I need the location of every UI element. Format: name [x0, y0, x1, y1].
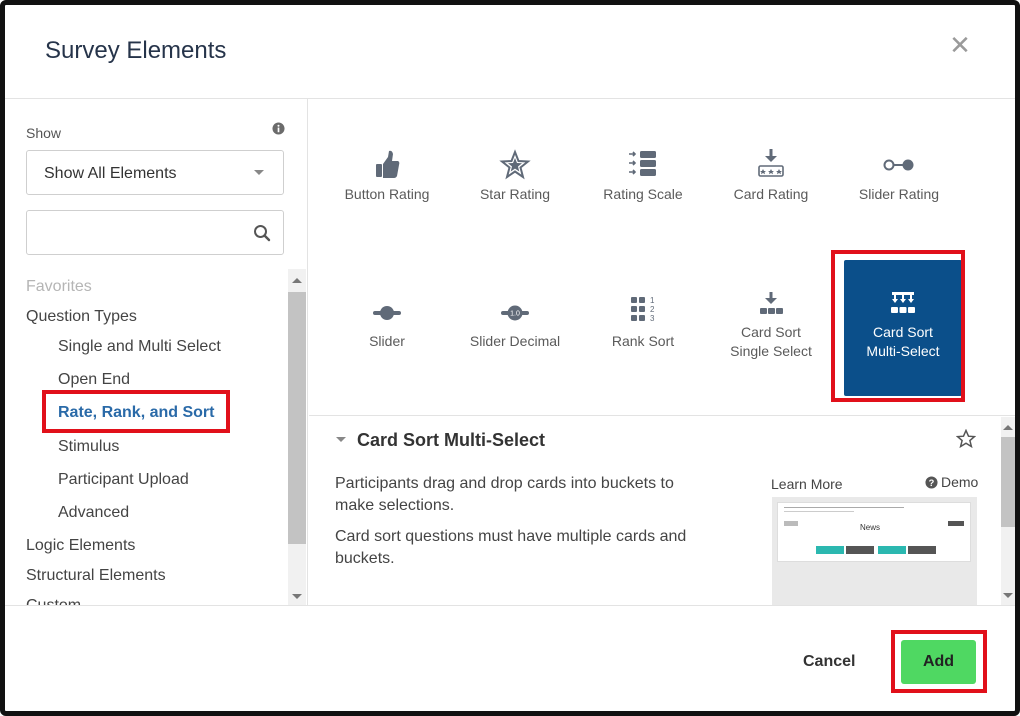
rank-sort-icon-number: 1: [650, 296, 655, 305]
scroll-up-icon[interactable]: [1003, 425, 1013, 430]
tile-label-line2: Single Select: [730, 343, 812, 359]
preview-card: News: [777, 502, 971, 562]
collapse-caret-icon[interactable]: [336, 437, 346, 442]
tile-rating-scale[interactable]: Rating Scale: [584, 127, 702, 263]
nav-open-end[interactable]: Open End: [58, 371, 130, 389]
preview-title: News: [860, 523, 881, 532]
tile-card-sort-single-select[interactable]: Card Sort Single Select: [712, 260, 830, 396]
sidebar: Show Show All Elements Favorites Questio…: [5, 99, 308, 605]
show-filter-value: Show All Elements: [44, 165, 177, 182]
tile-slider-rating[interactable]: Slider Rating: [840, 127, 958, 263]
nav-single-multi-select[interactable]: Single and Multi Select: [58, 338, 221, 356]
tile-label: Button Rating: [344, 186, 430, 202]
slider-icon: [373, 306, 401, 320]
card-rating-icon: [758, 149, 784, 177]
scroll-down-icon[interactable]: [292, 594, 302, 599]
sidebar-scrollbar-thumb[interactable]: [288, 292, 306, 544]
nav-question-types[interactable]: Question Types: [26, 308, 137, 326]
learn-more-link[interactable]: Learn More: [771, 476, 843, 492]
nav-custom[interactable]: Custom: [26, 597, 81, 605]
survey-elements-dialog: Survey Elements ✕ Show Show All Elements…: [0, 0, 1020, 716]
tile-slider[interactable]: Slider: [328, 260, 446, 396]
dialog-footer: Cancel Add: [5, 605, 1015, 711]
tile-label-line1: Card Sort: [741, 324, 801, 340]
cancel-button[interactable]: Cancel: [803, 653, 855, 671]
tile-slider-decimal[interactable]: 1.0 Slider Decimal: [456, 260, 574, 396]
rank-sort-icon: 1 2 3: [631, 296, 655, 323]
slider-rating-icon: [883, 159, 914, 171]
demo-label: Demo: [941, 474, 979, 490]
search-input[interactable]: [27, 211, 242, 254]
tile-label: Card Rating: [733, 186, 809, 202]
highlight-box-nav: [42, 390, 230, 433]
demo-link[interactable]: ? Demo: [925, 474, 978, 490]
nav-favorites[interactable]: Favorites: [26, 278, 92, 296]
nav-participant-upload[interactable]: Participant Upload: [58, 471, 189, 489]
element-category-nav: Favorites Question Types Single and Mult…: [5, 269, 288, 605]
thumbs-up-icon: [376, 150, 400, 178]
tile-star-rating[interactable]: Star Rating: [456, 127, 574, 263]
search-field[interactable]: [26, 210, 284, 255]
dialog-title: Survey Elements: [45, 37, 227, 64]
tile-button-rating[interactable]: Button Rating: [328, 127, 446, 263]
scroll-down-icon[interactable]: [1003, 593, 1013, 598]
show-filter-select[interactable]: Show All Elements: [26, 150, 284, 195]
nav-advanced[interactable]: Advanced: [58, 504, 129, 522]
rank-sort-icon-number: 3: [650, 314, 655, 323]
close-icon[interactable]: ✕: [948, 32, 972, 58]
detail-description: Participants drag and drop cards into bu…: [335, 475, 674, 514]
tile-label: Slider: [369, 333, 405, 349]
card-sort-single-icon: [760, 292, 783, 314]
favorite-star-icon[interactable]: [956, 429, 976, 449]
highlight-box-tile: [831, 250, 965, 402]
scroll-up-icon[interactable]: [292, 278, 302, 283]
detail-scrollbar-thumb[interactable]: [1001, 437, 1015, 527]
chevron-down-icon: [254, 170, 264, 175]
tile-label: Star Rating: [479, 186, 551, 202]
highlight-box-add: [891, 630, 987, 693]
element-tiles-grid: Button Rating Star Rating Rating Scale C…: [309, 99, 1015, 416]
nav-structural-elements[interactable]: Structural Elements: [26, 567, 166, 585]
search-icon[interactable]: [253, 224, 271, 242]
star-icon: [499, 149, 531, 180]
tile-label: Rating Scale: [603, 186, 683, 202]
tile-rank-sort[interactable]: 1 2 3 Rank Sort: [584, 260, 702, 396]
svg-text:?: ?: [929, 478, 935, 488]
tile-label: Rank Sort: [611, 333, 675, 349]
show-label: Show: [26, 125, 62, 141]
slider-decimal-icon: 1.0: [501, 305, 529, 321]
slider-decimal-icon-value: 1.0: [510, 311, 520, 318]
dialog-header: Survey Elements ✕: [5, 5, 1015, 99]
tile-label: Slider Decimal: [469, 333, 561, 349]
help-icon: ?: [925, 476, 938, 489]
detail-description: Card sort questions must have multiple c…: [335, 528, 687, 567]
demo-preview-image[interactable]: News: [772, 497, 977, 605]
detail-title: Card Sort Multi-Select: [357, 430, 546, 450]
tile-card-rating[interactable]: Card Rating: [712, 127, 830, 263]
rank-sort-icon-number: 2: [650, 305, 655, 314]
tile-label: Slider Rating: [858, 186, 940, 202]
rating-scale-icon: [629, 151, 656, 176]
info-icon[interactable]: [272, 122, 285, 135]
element-detail-panel: Card Sort Multi-Select Participants drag…: [309, 417, 1015, 605]
nav-stimulus[interactable]: Stimulus: [58, 438, 119, 456]
nav-logic-elements[interactable]: Logic Elements: [26, 537, 135, 555]
